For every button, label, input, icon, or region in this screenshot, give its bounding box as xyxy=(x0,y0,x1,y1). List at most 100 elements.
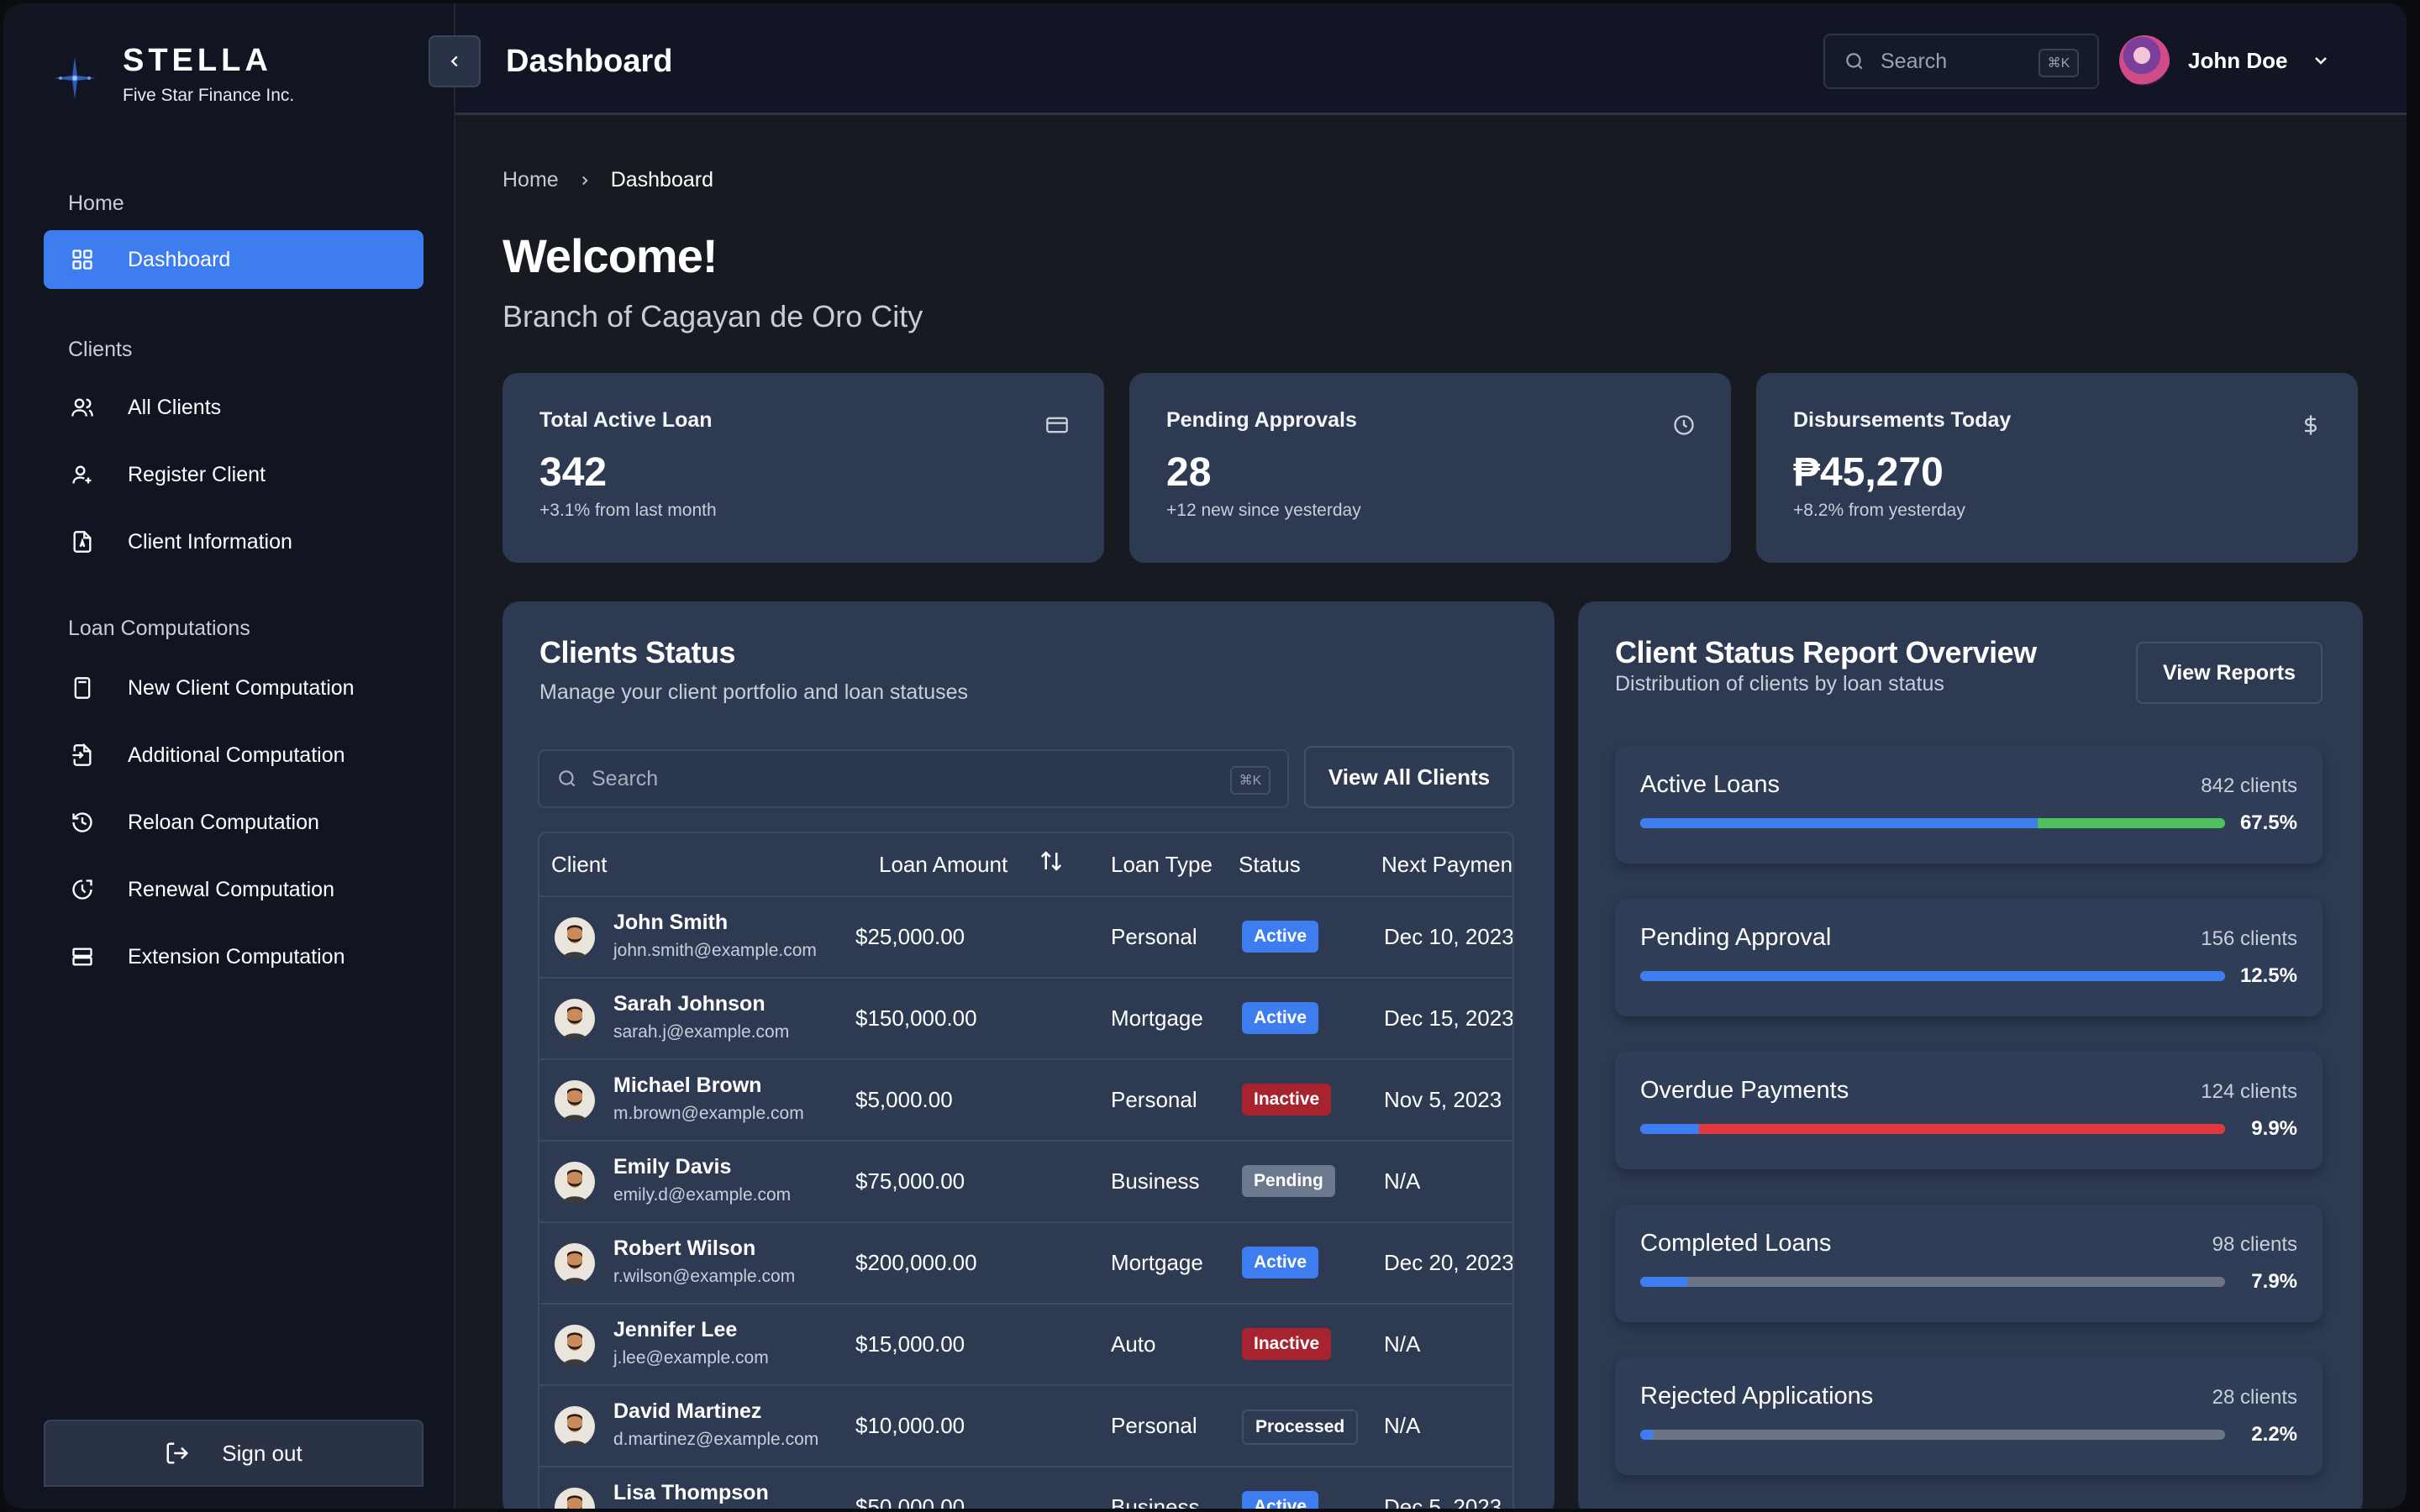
view-all-clients-button[interactable]: View All Clients xyxy=(1304,746,1514,808)
sidebar-item-additional-computation[interactable]: Additional Computation xyxy=(44,726,424,785)
sidebar-item-extension-computation[interactable]: Extension Computation xyxy=(44,927,424,986)
sidebar-item-new-client-computation[interactable]: New Client Computation xyxy=(44,659,424,717)
progress-fill-primary xyxy=(1640,1430,1653,1440)
topbar: Dashboard Search ⌘K John Doe xyxy=(455,3,2407,115)
client-avatar xyxy=(555,1162,595,1202)
client-avatar xyxy=(555,917,595,958)
loan-amount: $200,000.00 xyxy=(855,1250,977,1275)
next-payment: N/A xyxy=(1384,1413,1421,1438)
status-name: Completed Loans xyxy=(1640,1230,1832,1257)
search-icon xyxy=(556,768,578,790)
sidebar-item-label: Register Client xyxy=(128,462,266,486)
sidebar-item-label: Client Information xyxy=(128,529,292,554)
sidebar-item-dashboard[interactable]: Dashboard xyxy=(44,230,424,289)
panel-subtitle: Distribution of clients by loan status xyxy=(1615,672,1944,696)
search-input[interactable]: Search ⌘K xyxy=(1823,34,2099,89)
client-name: David Martinez xyxy=(613,1399,762,1423)
status-report-item: Completed Loans 98 clients 7.9% xyxy=(1615,1205,2323,1322)
collapse-sidebar-button[interactable] xyxy=(429,35,481,87)
table-row[interactable]: Jennifer Lee j.lee@example.com $15,000.00 A… xyxy=(539,1305,1512,1386)
file-info-icon xyxy=(69,528,96,555)
branch-subtitle: Branch of Cagayan de Oro City xyxy=(502,299,923,333)
table-row[interactable]: Sarah Johnson sarah.j@example.com $150,000… xyxy=(539,979,1512,1060)
next-payment: Dec 15, 2023 xyxy=(1384,1005,1514,1031)
sidebar-item-all-clients[interactable]: All Clients xyxy=(44,378,424,437)
status-badge: Inactive xyxy=(1242,1084,1332,1116)
status-badge: Processed xyxy=(1242,1410,1359,1445)
table-row[interactable]: Lisa Thompson $50,000.00 Business Active Dec… xyxy=(539,1467,1512,1509)
progress-fill-primary xyxy=(1640,1124,1699,1134)
server-icon xyxy=(69,943,96,970)
client-avatar xyxy=(555,1325,595,1365)
search-placeholder: Search xyxy=(592,766,659,790)
stat-delta: +12 new since yesterday xyxy=(1166,501,1361,520)
brand-subtitle: Five Star Finance Inc. xyxy=(123,86,295,105)
search-placeholder: Search xyxy=(1881,49,1948,73)
client-email: r.wilson@example.com xyxy=(613,1267,796,1286)
breadcrumb-home[interactable]: Home xyxy=(502,168,559,192)
loan-type: Personal xyxy=(1111,924,1197,949)
status-report-item: Active Loans 842 clients 67.5% xyxy=(1615,746,2323,864)
client-name: Sarah Johnson xyxy=(613,992,765,1016)
sidebar-item-renewal-computation[interactable]: Renewal Computation xyxy=(44,860,424,919)
loan-amount: $10,000.00 xyxy=(855,1413,965,1438)
status-count: 124 clients xyxy=(2201,1080,2297,1103)
client-name: Emily Davis xyxy=(613,1155,732,1179)
table-row[interactable]: John Smith john.smith@example.com $25,000.… xyxy=(539,897,1512,979)
loan-amount: $75,000.00 xyxy=(855,1168,965,1194)
column-header-next-payment[interactable]: Next Payment xyxy=(1381,852,1512,878)
table-row[interactable]: Robert Wilson r.wilson@example.com $200,00… xyxy=(539,1223,1512,1305)
status-percent: 67.5% xyxy=(2239,811,2297,834)
next-payment: Dec 10, 2023 xyxy=(1384,924,1514,949)
chevron-right-icon xyxy=(577,173,592,188)
status-name: Active Loans xyxy=(1640,771,1781,798)
clock-icon xyxy=(1672,413,1696,437)
status-report-item: Pending Approval 156 clients 12.5% xyxy=(1615,899,2323,1016)
sidebar-item-label: Additional Computation xyxy=(128,743,345,767)
user-menu[interactable]: John Doe xyxy=(2119,35,2331,86)
stars-logo-icon xyxy=(45,49,104,108)
stat-label: Disbursements Today xyxy=(1793,408,2012,432)
table-row[interactable]: Michael Brown m.brown@example.com $5,000.0… xyxy=(539,1060,1512,1142)
column-header-client[interactable]: Client xyxy=(551,852,607,878)
loan-type: Business xyxy=(1111,1494,1200,1509)
sidebar-item-client-information[interactable]: Client Information xyxy=(44,512,424,571)
column-header-status[interactable]: Status xyxy=(1239,852,1301,878)
stat-card-pending-approvals: Pending Approvals 28 +12 new since yeste… xyxy=(1129,373,1731,563)
table-row[interactable]: Emily Davis emily.d@example.com $75,000.00… xyxy=(539,1142,1512,1223)
loan-amount: $15,000.00 xyxy=(855,1331,965,1357)
status-progress-bar xyxy=(1640,971,2225,981)
status-percent: 9.9% xyxy=(2251,1117,2297,1140)
status-progress-bar xyxy=(1640,1124,2225,1134)
client-search-input[interactable]: Search ⌘K xyxy=(538,749,1289,808)
client-name: John Smith xyxy=(613,911,729,934)
loan-amount: $25,000.00 xyxy=(855,924,965,949)
status-report-panel: Client Status Report Overview Distributi… xyxy=(1578,601,2363,1509)
column-header-loan-type[interactable]: Loan Type xyxy=(1111,852,1213,878)
stat-card-disbursements-today: Disbursements Today ₱45,270 +8.2% from y… xyxy=(1756,373,2358,563)
progress-fill-primary xyxy=(1640,971,2225,981)
panel-title: Clients Status xyxy=(539,635,736,669)
sort-icon[interactable] xyxy=(1039,848,1064,874)
table-row[interactable]: David Martinez d.martinez@example.com $10,… xyxy=(539,1386,1512,1467)
status-progress-bar xyxy=(1640,1430,2225,1440)
status-badge: Pending xyxy=(1242,1165,1335,1197)
column-header-loan-amount[interactable]: Loan Amount xyxy=(879,852,1007,878)
loan-amount: $5,000.00 xyxy=(855,1087,953,1112)
signout-button[interactable]: Sign out xyxy=(44,1420,424,1487)
stat-label: Pending Approvals xyxy=(1166,408,1357,432)
search-shortcut-badge: ⌘K xyxy=(2039,49,2079,77)
view-reports-button[interactable]: View Reports xyxy=(2136,642,2323,704)
status-badge: Active xyxy=(1242,1247,1319,1278)
status-report-item: Overdue Payments 124 clients 9.9% xyxy=(1615,1052,2323,1169)
progress-fill-primary xyxy=(1640,1277,1687,1287)
status-badge: Active xyxy=(1242,921,1319,953)
sidebar-item-register-client[interactable]: Register Client xyxy=(44,445,424,504)
loan-type: Business xyxy=(1111,1168,1200,1194)
status-name: Pending Approval xyxy=(1640,924,1832,951)
page-title: Dashboard xyxy=(506,44,673,79)
sidebar-item-reloan-computation[interactable]: Reloan Computation xyxy=(44,793,424,852)
client-email: j.lee@example.com xyxy=(613,1348,769,1368)
signout-label: Sign out xyxy=(222,1440,302,1466)
stat-card-total-active-loan: Total Active Loan 342 +3.1% from last mo… xyxy=(502,373,1104,563)
